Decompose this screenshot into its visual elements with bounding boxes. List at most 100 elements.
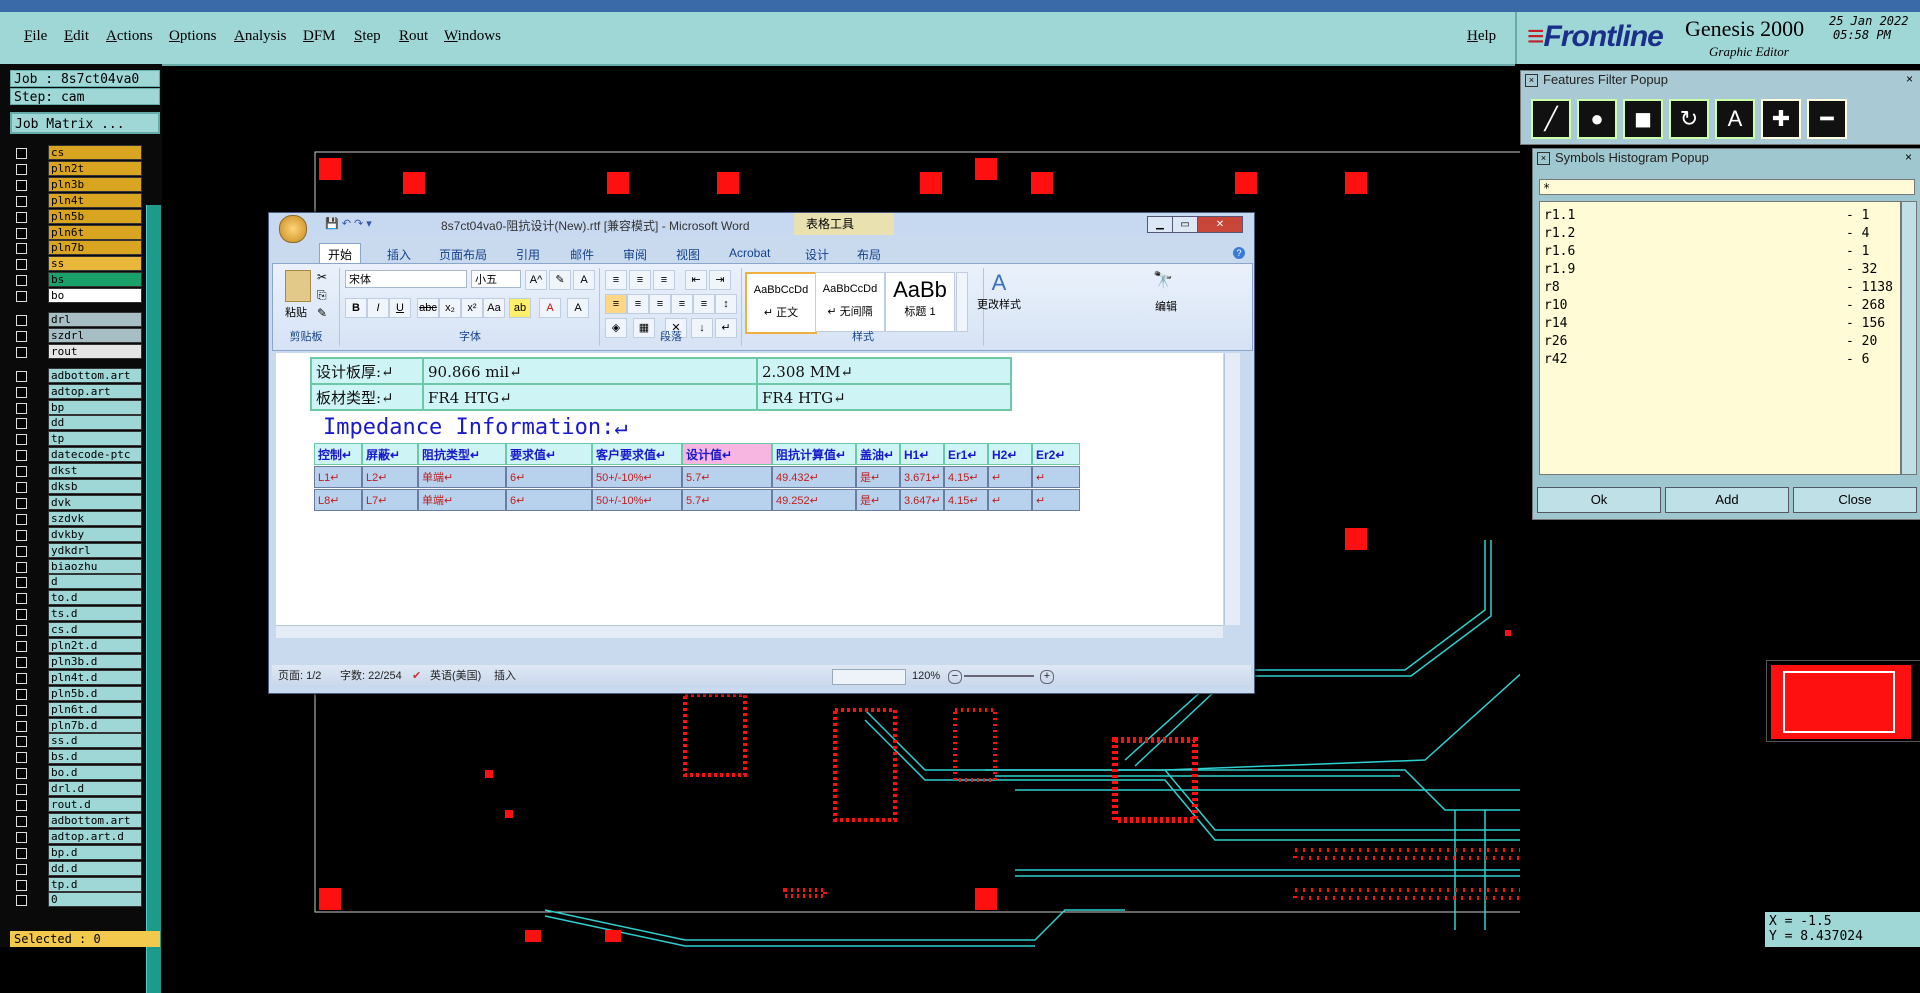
menu-rout[interactable]: Rout xyxy=(399,28,428,45)
layer-checkbox[interactable] xyxy=(16,641,27,652)
histogram-row[interactable]: r10- 268 xyxy=(1544,298,1894,316)
close-icon[interactable]: × xyxy=(1906,72,1913,86)
find-icon[interactable]: 🔭 xyxy=(1153,270,1173,290)
bullets-icon[interactable]: ≡ xyxy=(605,270,627,290)
zoom-slider[interactable] xyxy=(964,675,1034,677)
paste-label[interactable]: 粘贴 xyxy=(285,304,307,320)
menu-dfm[interactable]: DFM xyxy=(303,28,336,45)
menu-step[interactable]: Step xyxy=(354,28,381,45)
layer-scrollbar[interactable] xyxy=(146,205,161,993)
layer-name[interactable]: dksb xyxy=(48,479,142,494)
layer-checkbox[interactable] xyxy=(16,148,27,159)
subscript-icon[interactable]: x₂ xyxy=(439,298,461,318)
line-spacing-icon[interactable]: ↕ xyxy=(715,294,737,314)
layer-row[interactable]: rout.d xyxy=(10,797,142,813)
menu-options[interactable]: Options xyxy=(169,28,217,45)
align-right-icon[interactable]: ≡ xyxy=(649,294,671,314)
zoom-in-icon[interactable]: + xyxy=(1040,670,1054,684)
layer-checkbox[interactable] xyxy=(16,195,27,207)
histogram-row[interactable]: r1.6- 1 xyxy=(1544,244,1894,262)
grow-font-icon[interactable]: A^ xyxy=(525,270,547,290)
histogram-scrollbar[interactable] xyxy=(1901,201,1917,475)
decrease-indent-icon[interactable]: ⇤ xyxy=(685,270,707,290)
layer-row[interactable]: dksb xyxy=(10,479,142,495)
bold-icon[interactable]: B xyxy=(345,298,367,318)
histogram-row[interactable]: r8- 1138 xyxy=(1544,280,1894,298)
layer-name[interactable]: adtop.art xyxy=(48,383,142,399)
insert-mode[interactable]: 插入 xyxy=(494,665,516,687)
layer-row[interactable]: bo xyxy=(10,288,142,304)
tab-acrobat[interactable]: Acrobat xyxy=(729,246,770,260)
layer-checkbox[interactable] xyxy=(16,179,27,191)
ok-button[interactable]: Ok xyxy=(1537,487,1661,513)
tab-view[interactable]: 视图 xyxy=(676,246,700,263)
layer-row[interactable]: cs xyxy=(10,145,142,161)
layer-row[interactable]: adbottom.art xyxy=(10,812,142,829)
layer-checkbox[interactable] xyxy=(16,688,27,700)
layer-row[interactable]: bo.d xyxy=(10,765,142,781)
layer-name[interactable]: rout xyxy=(48,343,142,359)
layer-row[interactable]: d xyxy=(10,574,142,590)
pad-filter-icon[interactable]: ● xyxy=(1577,99,1617,139)
superscript-icon[interactable]: x² xyxy=(461,298,483,318)
layer-name[interactable]: to.d xyxy=(48,590,142,606)
clear-format-icon[interactable]: ✎ xyxy=(549,270,571,290)
font-color-icon[interactable]: A xyxy=(539,298,561,318)
layer-name[interactable]: ts.d xyxy=(48,606,142,622)
layer-checkbox[interactable] xyxy=(16,386,27,398)
change-case-icon[interactable]: Aa xyxy=(483,298,505,318)
negative-filter-icon[interactable]: ━ xyxy=(1807,99,1847,139)
histogram-row[interactable]: r1.1- 1 xyxy=(1544,208,1894,226)
layer-name[interactable]: pln2t.d xyxy=(48,638,142,653)
distributed-icon[interactable]: ≡ xyxy=(693,294,715,314)
align-center-icon[interactable]: ≡ xyxy=(627,294,649,314)
close-window-button[interactable]: ✕ xyxy=(1197,216,1243,233)
word-count[interactable]: 字数: 22/254 xyxy=(340,665,402,687)
layer-checkbox[interactable] xyxy=(16,704,27,716)
layer-name[interactable]: pln5b.d xyxy=(48,685,142,701)
view-buttons[interactable] xyxy=(832,669,906,685)
layer-row[interactable]: ss.d xyxy=(10,733,142,749)
proofing-icon[interactable]: ✔ xyxy=(412,665,421,687)
layer-name[interactable]: dd.d xyxy=(48,860,142,876)
layer-row[interactable]: cs.d xyxy=(10,622,142,638)
layer-row[interactable]: pln7b.d xyxy=(10,717,142,734)
layer-name[interactable]: datecode-ptc xyxy=(48,447,142,463)
layer-name[interactable]: adbottom.art xyxy=(48,812,142,828)
layer-checkbox[interactable] xyxy=(16,330,27,342)
underline-icon[interactable]: U xyxy=(389,298,411,318)
layer-row[interactable]: bp xyxy=(10,399,142,416)
arc-filter-icon[interactable]: ↻ xyxy=(1669,99,1709,139)
menu-edit[interactable]: Edit xyxy=(64,28,89,45)
layer-row[interactable]: szdvk xyxy=(10,510,142,527)
layer-name[interactable]: pln2t xyxy=(48,160,142,176)
layer-row[interactable]: szdrl xyxy=(10,327,142,344)
layer-row[interactable]: drl xyxy=(10,312,142,328)
style-heading1[interactable]: AaBb 标题 1 xyxy=(885,272,955,332)
layer-name[interactable]: cs.d xyxy=(48,622,142,638)
layer-checkbox[interactable] xyxy=(16,625,27,637)
maximize-button[interactable]: ▭ xyxy=(1172,216,1198,233)
style-no-spacing[interactable]: AaBbCcDd ↵ 无间隔 xyxy=(815,272,885,332)
document-vertical-scrollbar[interactable] xyxy=(1224,353,1240,625)
highlight-icon[interactable]: ab xyxy=(509,298,531,318)
layer-name[interactable]: dvk xyxy=(48,494,142,510)
histogram-list[interactable]: r1.1- 1 r1.2- 4 r1.6- 1 r1.9- 32 r8- 113… xyxy=(1539,201,1901,475)
layer-name[interactable]: bs xyxy=(48,272,142,288)
layer-name[interactable]: tp.d xyxy=(48,876,142,892)
layer-checkbox[interactable] xyxy=(16,466,27,478)
layer-name[interactable]: bp xyxy=(48,399,142,415)
layer-checkbox[interactable] xyxy=(16,720,27,732)
tab-review[interactable]: 审阅 xyxy=(623,246,647,263)
quick-access-icons[interactable]: 💾 ↶ ↷ ▾ xyxy=(325,217,372,230)
layer-checkbox[interactable] xyxy=(16,259,27,271)
layer-checkbox[interactable] xyxy=(16,577,27,589)
office-button-icon[interactable] xyxy=(279,215,307,243)
layer-name[interactable]: 0 xyxy=(48,892,142,908)
layer-row[interactable]: drl.d xyxy=(10,781,142,797)
tab-mailings[interactable]: 邮件 xyxy=(570,246,594,263)
layer-name[interactable]: drl xyxy=(48,312,142,327)
layer-name[interactable]: drl.d xyxy=(48,781,142,797)
layer-name[interactable]: ss.d xyxy=(48,733,142,749)
char-border-icon[interactable]: A xyxy=(573,270,595,290)
